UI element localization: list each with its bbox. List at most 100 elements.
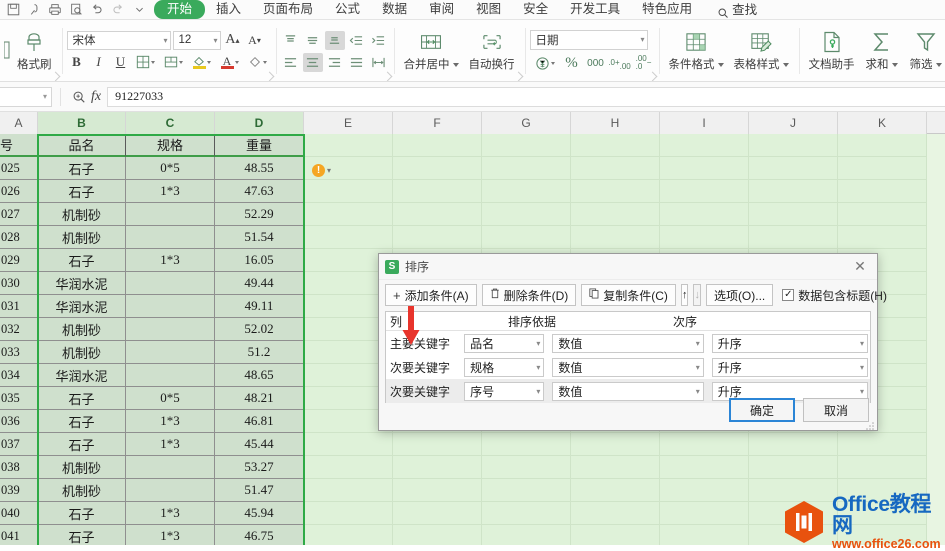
cell-b-14[interactable]: 机制砂 bbox=[38, 479, 126, 502]
increase-font-size-icon[interactable]: A▴ bbox=[223, 31, 243, 50]
cell-j-2[interactable] bbox=[749, 203, 838, 226]
cell-d-12[interactable]: 45.44 bbox=[215, 433, 304, 456]
cell-k-2[interactable] bbox=[838, 203, 927, 226]
cell-c-0[interactable]: 0*5 bbox=[126, 157, 215, 180]
ok-button[interactable]: 确定 bbox=[729, 398, 795, 422]
merge-cells-button[interactable] bbox=[161, 53, 187, 72]
chevron-down-icon[interactable] bbox=[936, 63, 942, 67]
chevron-down-icon[interactable] bbox=[718, 63, 724, 67]
cell-g-14[interactable] bbox=[482, 479, 571, 502]
cell-i-15[interactable] bbox=[660, 502, 749, 525]
number-format-select[interactable]: 日期 ▾ bbox=[530, 30, 648, 50]
has-header-checkbox[interactable]: ✓ 数据包含标题(H) bbox=[782, 287, 887, 304]
comma-format-button[interactable]: 000 bbox=[586, 54, 606, 73]
tab-security[interactable]: 安全 bbox=[512, 0, 559, 19]
primary-column-select[interactable]: 品名▾ bbox=[464, 334, 544, 353]
cell-e-12[interactable] bbox=[304, 433, 393, 456]
cell-a-13[interactable]: 038 bbox=[0, 456, 38, 479]
cell-g-2[interactable] bbox=[482, 203, 571, 226]
cell-f-14[interactable] bbox=[393, 479, 482, 502]
cell-d-4[interactable]: 16.05 bbox=[215, 249, 304, 272]
cell-a-16[interactable]: 041 bbox=[0, 525, 38, 545]
cell-a-2[interactable]: 027 bbox=[0, 203, 38, 226]
cell-d-8[interactable]: 51.2 bbox=[215, 341, 304, 364]
cell-a-0[interactable]: 025 bbox=[0, 157, 38, 180]
cell-i-14[interactable] bbox=[660, 479, 749, 502]
decrease-font-size-icon[interactable]: A▾ bbox=[245, 31, 265, 50]
doc-assistant-button[interactable]: 文档助手 bbox=[804, 28, 860, 74]
options-button[interactable]: 选项(O)... bbox=[706, 284, 773, 306]
cell-b-16[interactable]: 石子 bbox=[38, 525, 126, 545]
cell-f-header[interactable] bbox=[393, 134, 482, 157]
cell-c-2[interactable] bbox=[126, 203, 215, 226]
cell-d-1[interactable]: 47.63 bbox=[215, 180, 304, 203]
cell-b-6[interactable]: 华润水泥 bbox=[38, 295, 126, 318]
font-launcher-icon[interactable] bbox=[264, 72, 274, 82]
increase-indent-icon[interactable] bbox=[369, 31, 389, 50]
number-launcher-icon[interactable] bbox=[647, 72, 657, 82]
chevron-down-icon[interactable]: ▾ bbox=[327, 166, 331, 175]
cell-k-3[interactable] bbox=[838, 226, 927, 249]
cell-d-2[interactable]: 52.29 bbox=[215, 203, 304, 226]
cell-c-10[interactable]: 0*5 bbox=[126, 387, 215, 410]
conditional-format-button[interactable]: 条件格式 bbox=[664, 28, 729, 74]
cell-g-1[interactable] bbox=[482, 180, 571, 203]
cell-c-11[interactable]: 1*3 bbox=[126, 410, 215, 433]
cell-e-14[interactable] bbox=[304, 479, 393, 502]
column-header-i[interactable]: I bbox=[660, 112, 749, 134]
cell-g-13[interactable] bbox=[482, 456, 571, 479]
secondary-2-sorton-select[interactable]: 数值▾ bbox=[552, 382, 703, 401]
align-middle-icon[interactable] bbox=[303, 31, 323, 50]
cell-i-13[interactable] bbox=[660, 456, 749, 479]
cell-d-16[interactable]: 46.75 bbox=[215, 525, 304, 545]
cell-a-12[interactable]: 037 bbox=[0, 433, 38, 456]
align-justify-icon[interactable] bbox=[347, 53, 367, 72]
alignment-launcher-icon[interactable] bbox=[382, 72, 392, 82]
chevron-down-icon[interactable] bbox=[892, 63, 898, 67]
column-header-g[interactable]: G bbox=[482, 112, 571, 134]
decrease-decimal-button[interactable]: .00.0− bbox=[634, 54, 654, 73]
chevron-down-icon[interactable]: ▾ bbox=[43, 92, 47, 101]
cell-c-7[interactable] bbox=[126, 318, 215, 341]
cell-f-16[interactable] bbox=[393, 525, 482, 545]
column-header-j[interactable]: J bbox=[749, 112, 838, 134]
print-icon[interactable] bbox=[46, 0, 64, 18]
cell-d-6[interactable]: 49.11 bbox=[215, 295, 304, 318]
cell-e-16[interactable] bbox=[304, 525, 393, 545]
cell-c-15[interactable]: 1*3 bbox=[126, 502, 215, 525]
delete-condition-button[interactable]: 删除条件(D) bbox=[482, 284, 577, 306]
cell-d-3[interactable]: 51.54 bbox=[215, 226, 304, 249]
merge-center-button[interactable]: 合并居中 bbox=[399, 28, 464, 74]
table-style-button[interactable]: 表格样式 bbox=[729, 28, 794, 74]
header-cell-num[interactable]: 号 bbox=[0, 134, 38, 157]
header-cell-weight[interactable]: 重量 bbox=[215, 134, 304, 157]
cell-e-15[interactable] bbox=[304, 502, 393, 525]
cell-a-4[interactable]: 029 bbox=[0, 249, 38, 272]
cell-d-5[interactable]: 49.44 bbox=[215, 272, 304, 295]
cell-e-3[interactable] bbox=[304, 226, 393, 249]
cell-h-14[interactable] bbox=[571, 479, 660, 502]
cell-g-12[interactable] bbox=[482, 433, 571, 456]
borders-button[interactable] bbox=[133, 53, 159, 72]
cell-k-12[interactable] bbox=[838, 433, 927, 456]
primary-sorton-select[interactable]: 数值▾ bbox=[552, 334, 703, 353]
cell-a-7[interactable]: 032 bbox=[0, 318, 38, 341]
cell-h-1[interactable] bbox=[571, 180, 660, 203]
cell-i-16[interactable] bbox=[660, 525, 749, 545]
cell-c-6[interactable] bbox=[126, 295, 215, 318]
cell-h-0[interactable] bbox=[571, 157, 660, 180]
find-button[interactable]: 查找 bbox=[717, 1, 757, 19]
cell-f-13[interactable] bbox=[393, 456, 482, 479]
cell-c-16[interactable]: 1*3 bbox=[126, 525, 215, 545]
redo-icon[interactable] bbox=[109, 0, 127, 18]
cell-c-3[interactable] bbox=[126, 226, 215, 249]
cell-d-14[interactable]: 51.47 bbox=[215, 479, 304, 502]
undo-icon[interactable] bbox=[88, 0, 106, 18]
distribute-icon[interactable] bbox=[369, 53, 389, 72]
tab-dev-tools[interactable]: 开发工具 bbox=[559, 0, 631, 19]
align-right-icon[interactable] bbox=[325, 53, 345, 72]
column-header-b[interactable]: B bbox=[38, 112, 126, 134]
tab-page-layout[interactable]: 页面布局 bbox=[252, 0, 324, 19]
column-header-d[interactable]: D bbox=[215, 112, 304, 134]
save-icon[interactable] bbox=[4, 0, 22, 18]
